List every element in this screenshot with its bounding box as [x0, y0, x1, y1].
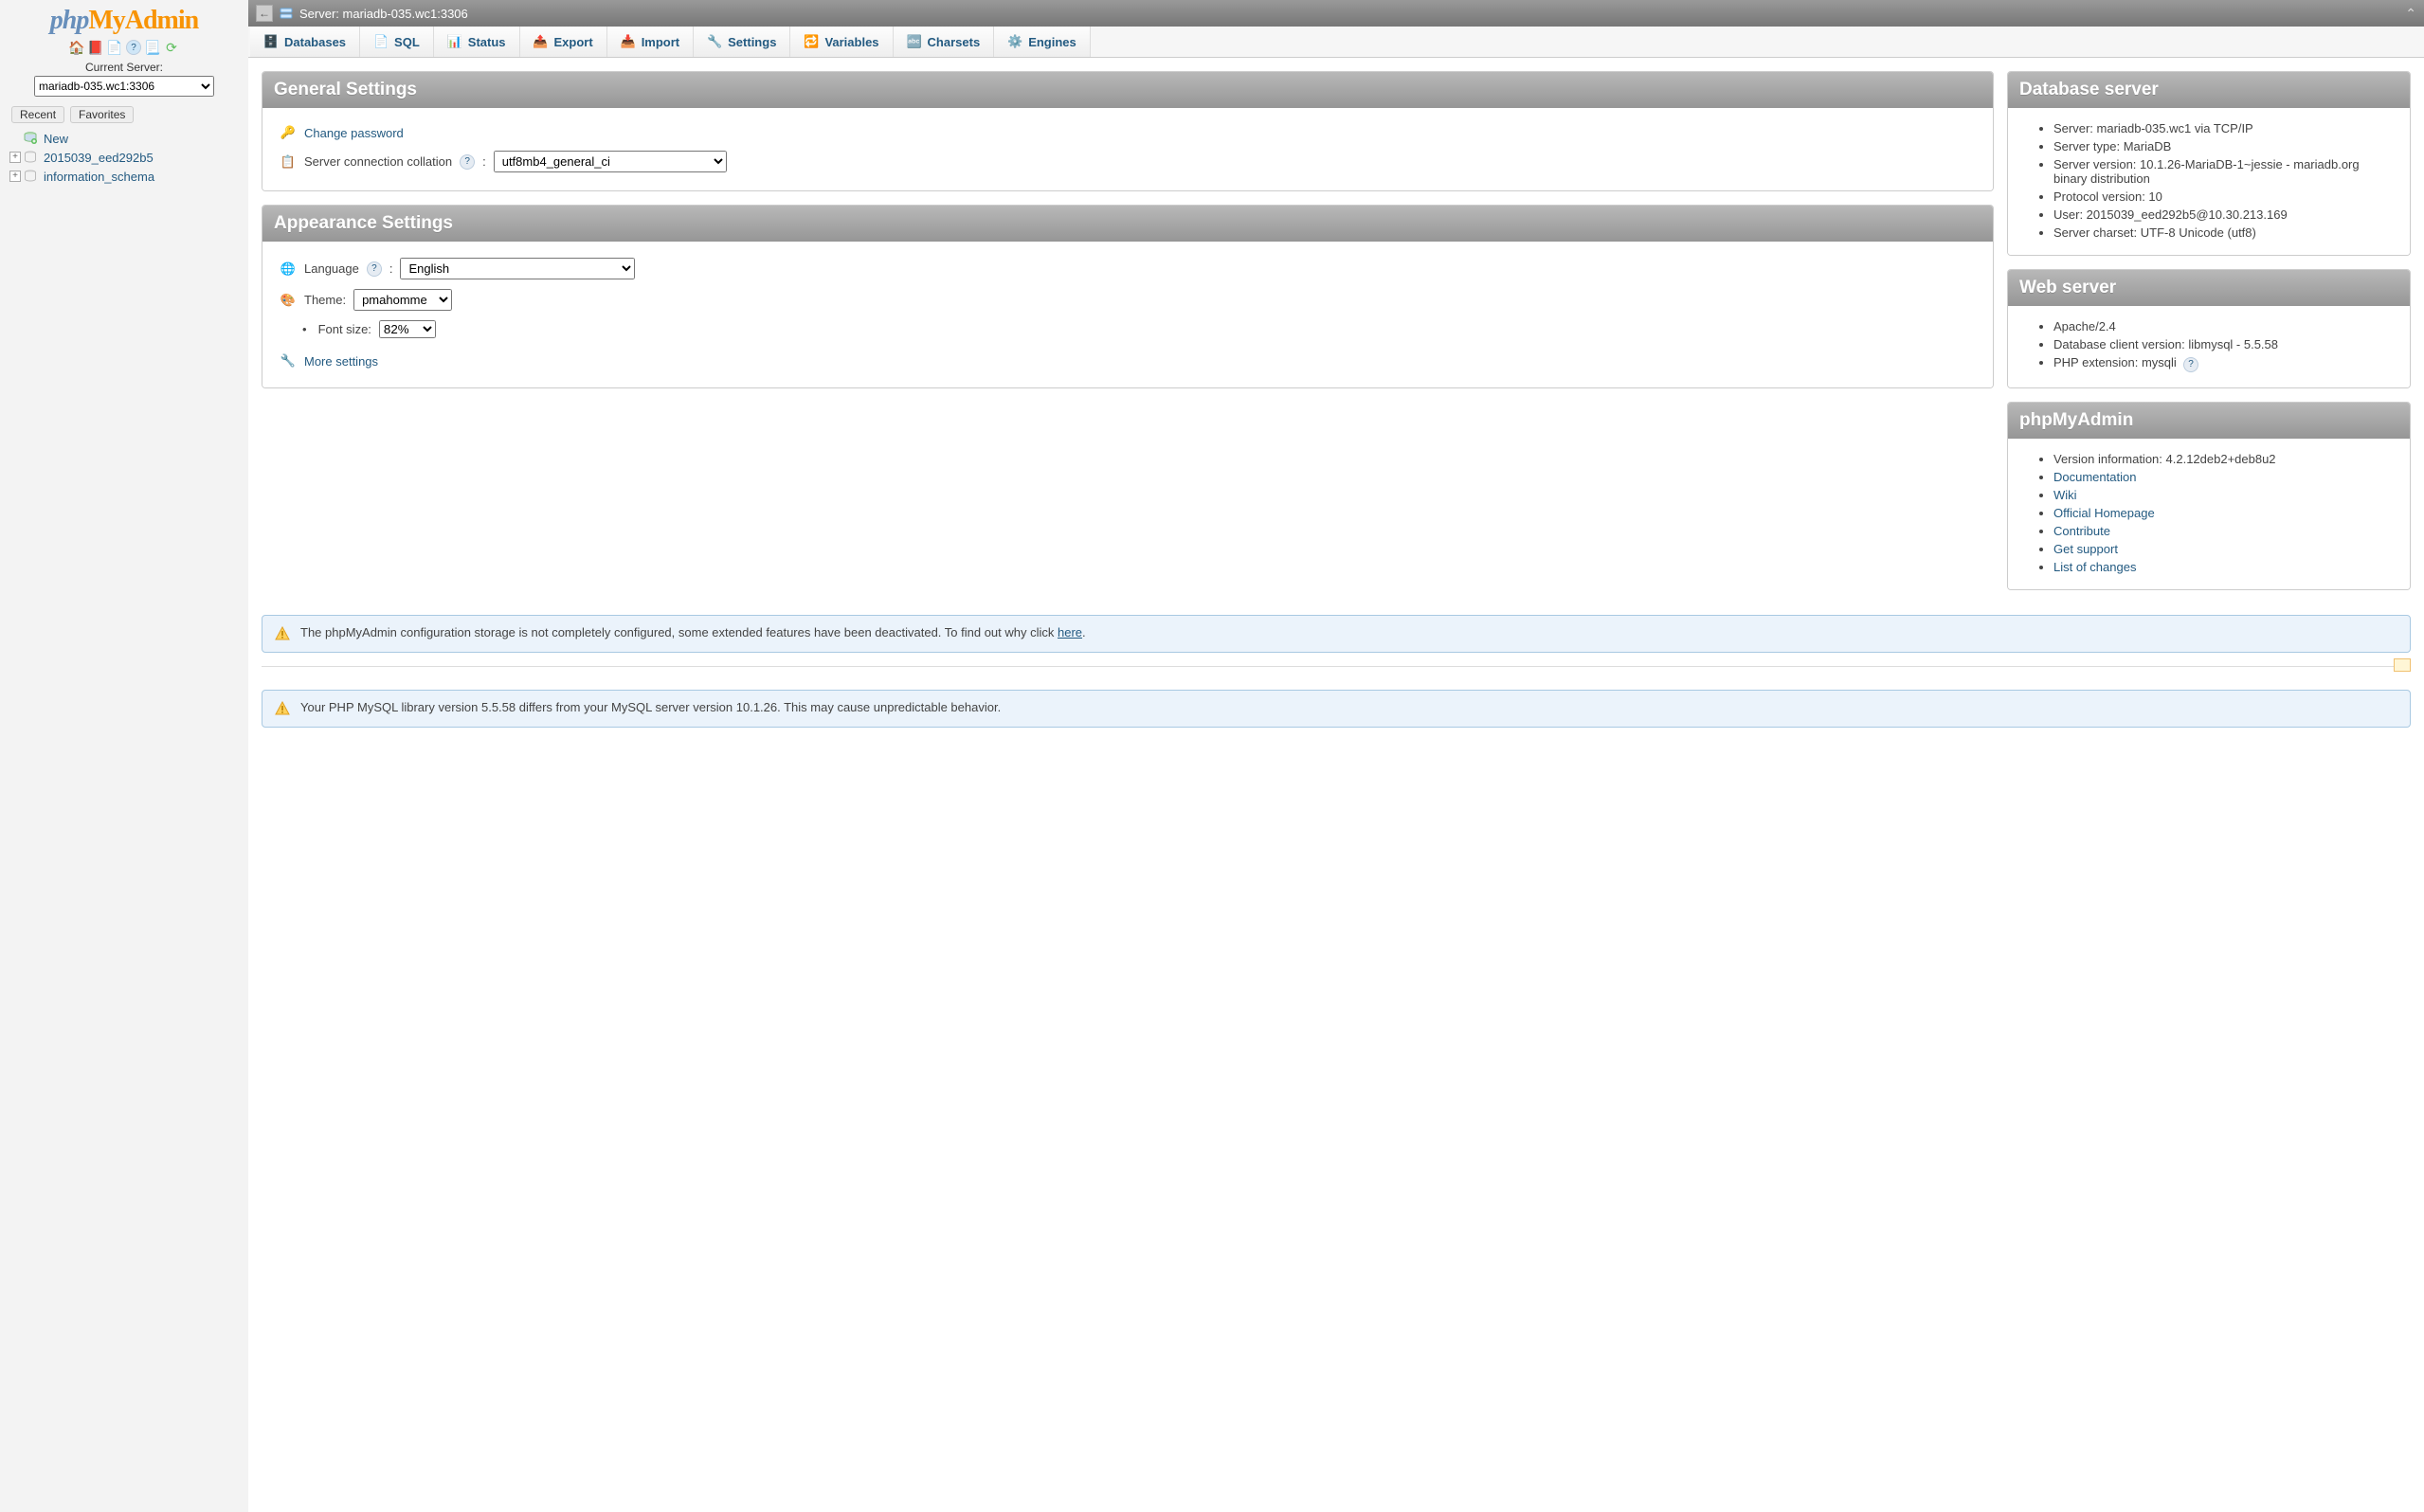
fontsize-label: Font size: — [318, 322, 371, 336]
db-tree: New + 2015039_eed292b5 + information_sch… — [0, 125, 248, 189]
info-item: Apache/2.4 — [2053, 317, 2393, 335]
main: ← Server: mariadb-035.wc1:3306 ⌃ 🗄️Datab… — [248, 0, 2424, 1512]
theme-select[interactable]: pmahomme — [353, 289, 452, 311]
status-icon: 📊 — [447, 34, 462, 49]
import-icon: 📥 — [621, 34, 636, 49]
info-item: Server charset: UTF-8 Unicode (utf8) — [2053, 224, 2393, 242]
panel-title: General Settings — [262, 72, 1993, 108]
home-icon[interactable]: 🏠 — [69, 40, 84, 55]
info-item: Version information: 4.2.12deb2+deb8u2 — [2053, 450, 2393, 468]
nav-back-icon[interactable]: ← — [256, 5, 273, 22]
sidebar: phpMyAdmin 🏠 📕 📄 ? 📃 ⟳ Current Server: m… — [0, 0, 248, 1512]
help-icon[interactable]: ? — [2183, 357, 2198, 372]
info-item: Server: mariadb-035.wc1 via TCP/IP — [2053, 119, 2393, 137]
current-server-label: Current Server: — [6, 61, 243, 76]
collation-label: Server connection collation — [304, 154, 452, 169]
warning-icon — [274, 625, 291, 642]
sql-icon: 📄 — [373, 34, 389, 49]
panel-title: phpMyAdmin — [2008, 403, 2410, 439]
wiki-link[interactable]: Wiki — [2053, 488, 2077, 502]
database-server-panel: Database server Server: mariadb-035.wc1 … — [2007, 71, 2411, 256]
expand-icon[interactable]: + — [9, 171, 21, 182]
info-item: PHP extension: mysqli ? — [2053, 353, 2393, 374]
database-icon — [23, 169, 38, 184]
general-settings-panel: General Settings 🔑 Change password 📋 Ser… — [262, 71, 1994, 191]
wrench-icon: 🔧 — [280, 352, 297, 369]
support-link[interactable]: Get support — [2053, 542, 2118, 556]
server-select[interactable]: mariadb-035.wc1:3306 — [34, 76, 214, 97]
sql-icon[interactable]: 📄 — [107, 40, 122, 55]
engines-icon: ⚙️ — [1007, 34, 1022, 49]
info-item: Server version: 10.1.26-MariaDB-1~jessie… — [2053, 155, 2393, 188]
tab-export[interactable]: 📤Export — [520, 27, 607, 57]
open-window-icon[interactable] — [2394, 658, 2411, 672]
recent-tab[interactable]: Recent — [11, 106, 64, 123]
collapse-icon[interactable]: ⌃ — [2405, 6, 2416, 22]
db-link[interactable]: information_schema — [40, 170, 154, 184]
theme-label: Theme: — [304, 293, 346, 307]
settings-icon[interactable]: 📃 — [145, 40, 160, 55]
tab-charsets[interactable]: 🔤Charsets — [894, 27, 995, 57]
info-item: Database client version: libmysql - 5.5.… — [2053, 335, 2393, 353]
tab-status[interactable]: 📊Status — [434, 27, 520, 57]
language-label: Language — [304, 261, 359, 276]
help-icon[interactable]: ? — [460, 154, 475, 170]
tab-settings[interactable]: 🔧Settings — [694, 27, 790, 57]
language-icon: 🌐 — [280, 261, 297, 278]
wrench-icon: 🔧 — [707, 34, 722, 49]
tab-variables[interactable]: 🔁Variables — [790, 27, 893, 57]
password-icon: 🔑 — [280, 124, 297, 141]
database-icon — [23, 150, 38, 165]
expand-icon[interactable]: + — [9, 152, 21, 163]
appearance-settings-panel: Appearance Settings 🌐 Language ?: Englis… — [262, 205, 1994, 388]
theme-icon: 🎨 — [280, 292, 297, 309]
collation-icon: 📋 — [280, 153, 297, 171]
databases-icon: 🗄️ — [263, 34, 279, 49]
warning-icon — [274, 700, 291, 717]
tab-engines[interactable]: ⚙️Engines — [994, 27, 1091, 57]
charsets-icon: 🔤 — [907, 34, 922, 49]
change-password-link[interactable]: Change password — [304, 126, 404, 140]
contribute-link[interactable]: Contribute — [2053, 524, 2110, 538]
docs-icon[interactable]: ? — [126, 40, 141, 55]
help-icon[interactable]: ? — [367, 261, 382, 277]
panel-title: Appearance Settings — [262, 206, 1993, 242]
info-item: User: 2015039_eed292b5@10.30.213.169 — [2053, 206, 2393, 224]
tab-databases[interactable]: 🗄️Databases — [250, 27, 360, 57]
favorites-tab[interactable]: Favorites — [70, 106, 134, 123]
tabstrip: 🗄️Databases 📄SQL 📊Status 📤Export 📥Import… — [248, 27, 2424, 58]
new-db-icon — [23, 131, 38, 146]
export-icon: 📤 — [534, 34, 549, 49]
panel-title: Database server — [2008, 72, 2410, 108]
variables-icon: 🔁 — [804, 34, 819, 49]
language-select[interactable]: English — [400, 258, 635, 279]
reload-icon[interactable]: ⟳ — [164, 40, 179, 55]
version-mismatch-notice: Your PHP MySQL library version 5.5.58 di… — [262, 690, 2411, 728]
fontsize-select[interactable]: 82% — [379, 320, 436, 338]
tab-import[interactable]: 📥Import — [607, 27, 694, 57]
info-item: Server type: MariaDB — [2053, 137, 2393, 155]
config-storage-notice: The phpMyAdmin configuration storage is … — [262, 615, 2411, 653]
logo[interactable]: phpMyAdmin — [6, 6, 243, 36]
server-icon — [279, 6, 294, 21]
info-item: Protocol version: 10 — [2053, 188, 2393, 206]
homepage-link[interactable]: Official Homepage — [2053, 506, 2155, 520]
changes-link[interactable]: List of changes — [2053, 560, 2136, 574]
documentation-link[interactable]: Documentation — [2053, 470, 2136, 484]
logout-icon[interactable]: 📕 — [88, 40, 103, 55]
new-db-link[interactable]: New — [40, 132, 68, 146]
db-link[interactable]: 2015039_eed292b5 — [40, 151, 154, 165]
find-out-why-link[interactable]: here — [1058, 625, 1082, 639]
web-server-panel: Web server Apache/2.4 Database client ve… — [2007, 269, 2411, 388]
tab-sql[interactable]: 📄SQL — [360, 27, 434, 57]
phpmyadmin-panel: phpMyAdmin Version information: 4.2.12de… — [2007, 402, 2411, 590]
topbar: ← Server: mariadb-035.wc1:3306 ⌃ — [248, 0, 2424, 27]
breadcrumb[interactable]: Server: mariadb-035.wc1:3306 — [299, 7, 468, 21]
more-settings-link[interactable]: More settings — [304, 354, 378, 369]
collation-select[interactable]: utf8mb4_general_ci — [494, 151, 727, 172]
panel-title: Web server — [2008, 270, 2410, 306]
